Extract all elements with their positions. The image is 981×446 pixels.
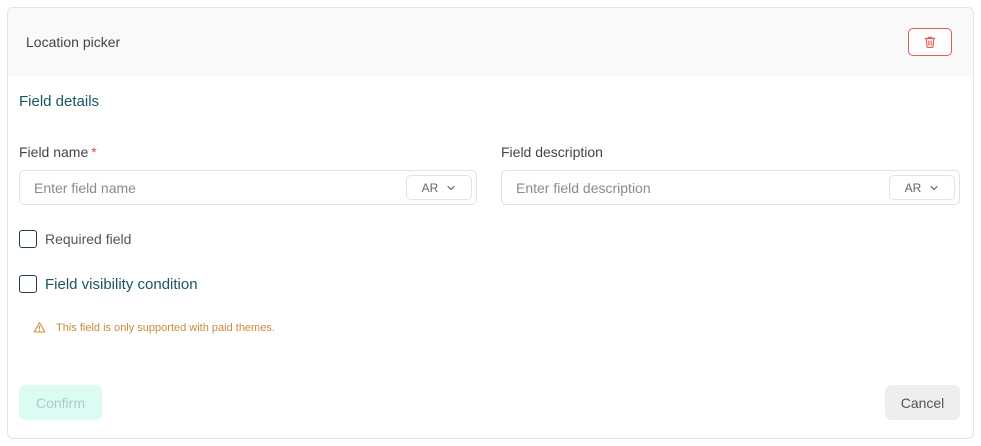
paid-theme-warning: This field is only supported with paid t… xyxy=(33,321,275,334)
warning-text: This field is only supported with paid t… xyxy=(56,321,275,334)
trash-icon xyxy=(924,36,936,48)
field-name-lang-value: AR xyxy=(421,180,439,195)
field-name-label: Field name * xyxy=(19,144,97,160)
card-title: Location picker xyxy=(26,34,121,50)
field-description-input-wrapper: AR xyxy=(501,170,960,205)
field-description-lang-select[interactable]: AR xyxy=(889,175,955,200)
section-title: Field details xyxy=(19,93,100,110)
field-description-lang-value: AR xyxy=(904,180,922,195)
field-name-input[interactable] xyxy=(34,179,406,196)
field-description-label: Field description xyxy=(501,144,603,160)
field-name-label-text: Field name xyxy=(19,144,89,160)
field-name-input-wrapper: AR xyxy=(19,170,477,205)
confirm-button[interactable]: Confirm xyxy=(19,385,102,420)
visibility-condition-checkbox[interactable] xyxy=(19,275,37,293)
required-field-label: Required field xyxy=(45,231,132,247)
warning-triangle-icon xyxy=(33,322,46,333)
required-field-option[interactable]: Required field xyxy=(19,230,131,248)
required-field-checkbox[interactable] xyxy=(19,230,37,248)
delete-button[interactable] xyxy=(908,28,952,56)
card-header: Location picker xyxy=(8,8,973,76)
field-name-lang-select[interactable]: AR xyxy=(406,175,472,200)
chevron-down-icon xyxy=(447,185,455,190)
visibility-condition-option[interactable]: Field visibility condition xyxy=(19,275,198,293)
visibility-condition-label: Field visibility condition xyxy=(45,275,198,293)
cancel-button[interactable]: Cancel xyxy=(885,385,960,420)
field-card: Location picker Field details Field name… xyxy=(7,7,974,439)
chevron-down-icon xyxy=(930,185,938,190)
field-description-input[interactable] xyxy=(516,179,889,196)
required-marker: * xyxy=(91,144,97,160)
